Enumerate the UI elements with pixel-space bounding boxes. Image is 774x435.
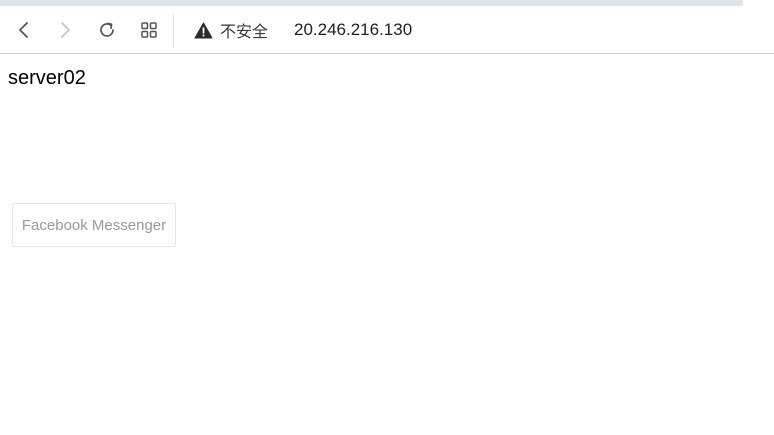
toolbar-divider — [173, 14, 174, 48]
back-button[interactable] — [10, 16, 38, 44]
facebook-messenger-button[interactable]: Facebook Messenger — [12, 203, 176, 247]
forward-icon — [61, 22, 70, 38]
warning-icon — [194, 22, 213, 38]
address-bar[interactable]: 20.246.216.130 — [294, 19, 412, 41]
server-name: server02 — [8, 67, 86, 89]
reload-button[interactable] — [93, 16, 121, 44]
security-indicator[interactable]: 不安全 — [194, 19, 268, 41]
apps-button[interactable] — [135, 16, 163, 44]
apps-icon — [141, 22, 157, 38]
reload-icon — [100, 22, 114, 37]
page-content: server02 Facebook Messenger — [0, 55, 774, 435]
back-icon — [19, 22, 28, 38]
security-label: 不安全 — [220, 22, 269, 41]
forward-button[interactable] — [51, 16, 79, 44]
browser-toolbar: 不安全 20.246.216.130 — [0, 6, 774, 54]
